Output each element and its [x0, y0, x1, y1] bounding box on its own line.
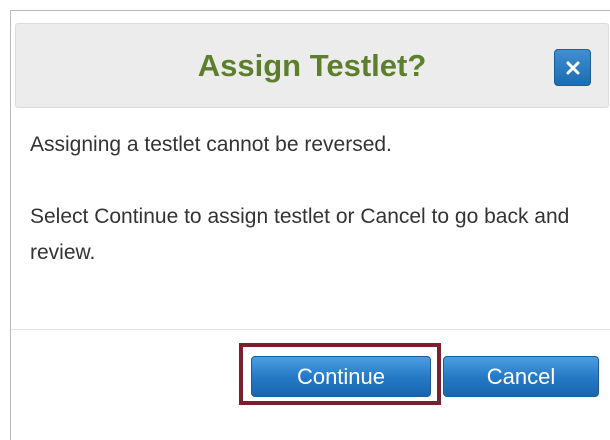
dialog-message-instructions: Select Continue to assign testlet or Can…	[30, 205, 570, 264]
continue-button[interactable]: Continue	[251, 356, 431, 397]
close-button[interactable]	[554, 49, 591, 86]
dialog-titlebar: Assign Testlet?	[15, 23, 609, 108]
close-icon	[566, 61, 580, 75]
dialog-title: Assign Testlet?	[197, 48, 427, 83]
assign-testlet-dialog: Assign Testlet? Assigning a testlet cann…	[10, 10, 610, 440]
cancel-button[interactable]: Cancel	[443, 356, 599, 397]
footer-divider	[11, 329, 610, 330]
dialog-message-warning: Assigning a testlet cannot be reversed.	[30, 133, 392, 156]
